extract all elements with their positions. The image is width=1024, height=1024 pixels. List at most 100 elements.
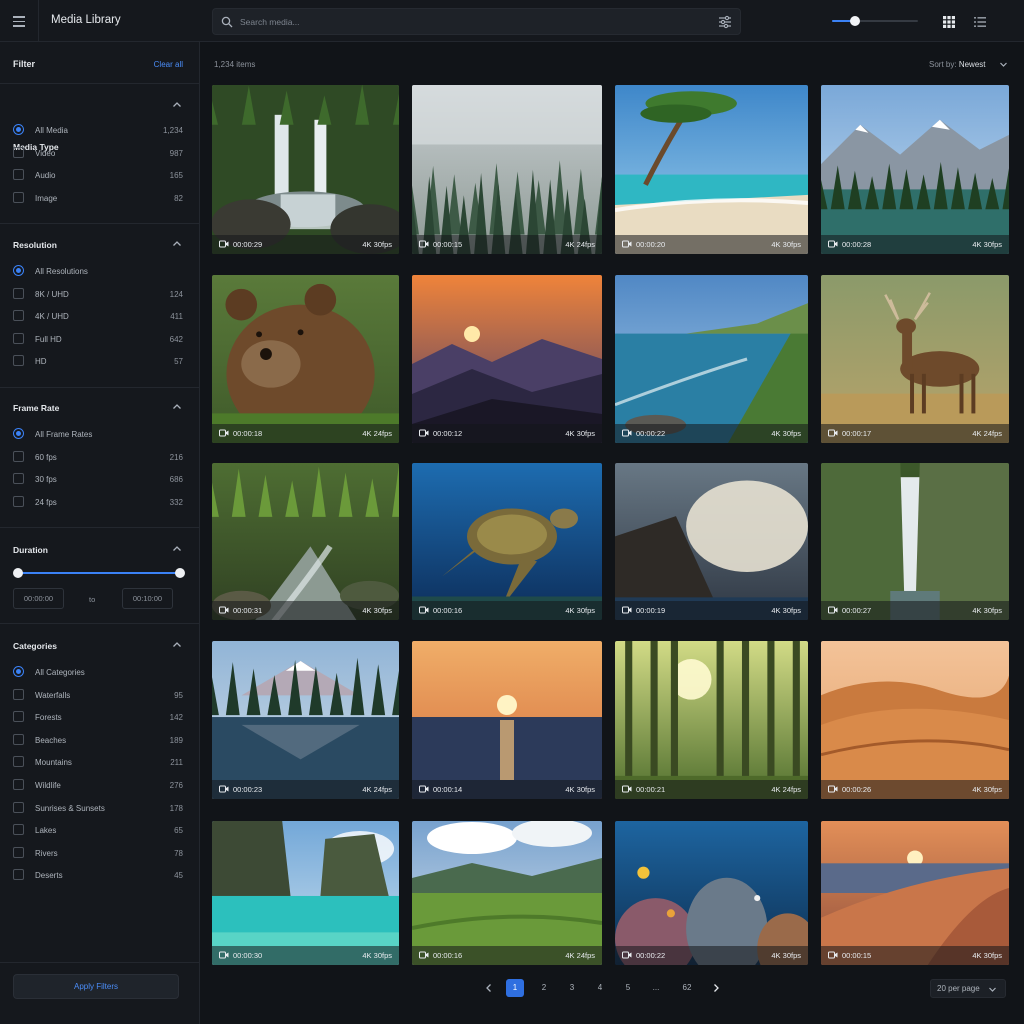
checkbox[interactable] [13,191,24,203]
media-card[interactable]: 00:00:26 4K 30fps [821,641,1009,799]
search-input[interactable] [240,13,700,31]
media-card[interactable]: 00:00:29 4K 30fps [212,85,399,254]
filter-option[interactable]: Deserts 45 [13,868,185,882]
clear-all-link[interactable]: Clear all [154,60,183,69]
list-view-icon[interactable] [973,15,987,29]
filter-option[interactable]: 60 fps 216 [13,450,185,464]
checkbox[interactable] [13,688,24,700]
checkbox[interactable] [13,146,24,158]
per-page-select[interactable]: 20 per page [930,979,1006,998]
filter-option[interactable]: 30 fps 686 [13,472,185,486]
duration-from-input[interactable]: 00:00:00 [13,588,64,609]
duration-min-thumb[interactable] [13,568,23,578]
filter-option[interactable]: All Frame Rates [13,427,185,441]
slider-thumb[interactable] [850,16,861,26]
video-camera-icon [828,429,838,439]
media-card[interactable]: 00:00:22 4K 30fps [615,275,808,443]
media-card[interactable]: 00:00:20 4K 30fps [615,85,808,254]
filter-option[interactable]: All Media 1,234 [13,123,185,137]
chevron-left-icon[interactable] [484,983,494,993]
radio-selected[interactable] [13,124,24,135]
radio-selected[interactable] [13,428,24,439]
checkbox[interactable] [13,711,24,723]
filter-option[interactable]: Audio 165 [13,168,185,182]
chevron-up-icon[interactable] [172,402,182,412]
checkbox[interactable] [13,332,24,344]
page-button[interactable]: 4 [591,979,609,997]
media-card[interactable]: 00:00:15 4K 24fps [412,85,602,254]
media-card[interactable]: 00:00:19 4K 30fps [615,463,808,620]
media-card[interactable]: 00:00:21 4K 24fps [615,641,808,799]
media-card[interactable]: 00:00:30 4K 30fps [212,821,399,965]
filter-option[interactable]: Rivers 78 [13,846,185,860]
filter-option[interactable]: Waterfalls 95 [13,688,185,702]
chevron-right-icon[interactable] [711,983,721,993]
checkbox[interactable] [13,287,24,299]
grid-view-icon[interactable] [942,15,956,29]
checkbox[interactable] [13,169,24,181]
checkbox[interactable] [13,779,24,790]
checkbox[interactable] [13,756,24,768]
menu-icon[interactable] [10,11,30,31]
filter-option[interactable]: Video 987 [13,146,185,160]
checkbox[interactable] [13,355,24,367]
filter-option[interactable]: Mountains 211 [13,755,185,769]
media-card[interactable]: 00:00:23 4K 24fps [212,641,399,799]
filter-option[interactable]: Full HD 642 [13,332,185,346]
checkbox[interactable] [13,310,24,322]
media-card[interactable]: 00:00:18 4K 24fps [212,275,399,443]
media-meta-bar: 00:00:15 4K 30fps [821,946,1009,965]
filter-option[interactable]: All Categories [13,665,185,679]
chevron-up-icon[interactable] [172,100,182,110]
duration-range-slider[interactable] [13,568,185,578]
media-card[interactable]: 00:00:28 4K 30fps [821,85,1009,254]
radio-selected[interactable] [13,265,24,276]
chevron-up-icon[interactable] [172,544,182,554]
tune-icon[interactable] [718,15,732,29]
checkbox[interactable] [13,733,24,745]
media-card[interactable]: 00:00:17 4K 24fps [821,275,1009,443]
page-button[interactable]: 2 [535,979,553,997]
duration-to-input[interactable]: 00:10:00 [122,588,173,609]
checkbox[interactable] [13,824,24,836]
checkbox[interactable] [13,846,24,858]
media-card[interactable]: 00:00:14 4K 30fps [412,641,602,799]
sort-prefix: Sort by: [929,60,957,69]
chevron-up-icon[interactable] [172,239,182,249]
page-ellipsis: ... [652,983,660,992]
radio-selected[interactable] [13,666,24,677]
apply-filters-button[interactable]: Apply Filters [13,974,179,999]
checkbox[interactable] [13,495,24,507]
thumbnail-size-slider[interactable] [832,16,918,26]
checkbox[interactable] [13,801,24,813]
filter-option[interactable]: Beaches 189 [13,733,185,747]
checkbox[interactable] [13,450,24,462]
media-card[interactable]: 00:00:27 4K 30fps [821,463,1009,620]
filter-option[interactable]: 4K / UHD 411 [13,309,185,323]
page-button[interactable]: 1 [506,979,524,997]
media-meta-bar: 00:00:31 4K 30fps [212,601,399,620]
media-card[interactable]: 00:00:12 4K 30fps [412,275,602,443]
checkbox[interactable] [13,869,24,881]
filter-option[interactable]: Wildlife 276 [13,778,185,792]
filter-option[interactable]: 24 fps 332 [13,495,185,509]
media-card[interactable]: 00:00:16 4K 24fps [412,821,602,965]
media-card[interactable]: 00:00:31 4K 30fps [212,463,399,620]
checkbox[interactable] [13,473,24,485]
media-card[interactable]: 00:00:22 4K 30fps [615,821,808,965]
chevron-up-icon[interactable] [172,640,182,650]
filter-option[interactable]: Lakes 65 [13,823,185,837]
filter-option[interactable]: 8K / UHD 124 [13,287,185,301]
sort-dropdown[interactable]: Sort by: Newest [929,60,1007,69]
filter-option[interactable]: All Resolutions [13,264,185,278]
page-button[interactable]: 5 [619,979,637,997]
filter-option[interactable]: Forests 142 [13,710,185,724]
filter-option[interactable]: HD 57 [13,354,185,368]
media-card[interactable]: 00:00:16 4K 30fps [412,463,602,620]
media-card[interactable]: 00:00:15 4K 30fps [821,821,1009,965]
filter-option[interactable]: Image 82 [13,191,185,205]
duration-max-thumb[interactable] [175,568,185,578]
page-button[interactable]: 62 [678,979,696,997]
filter-option[interactable]: Sunrises & Sunsets 178 [13,801,185,815]
page-button[interactable]: 3 [563,979,581,997]
